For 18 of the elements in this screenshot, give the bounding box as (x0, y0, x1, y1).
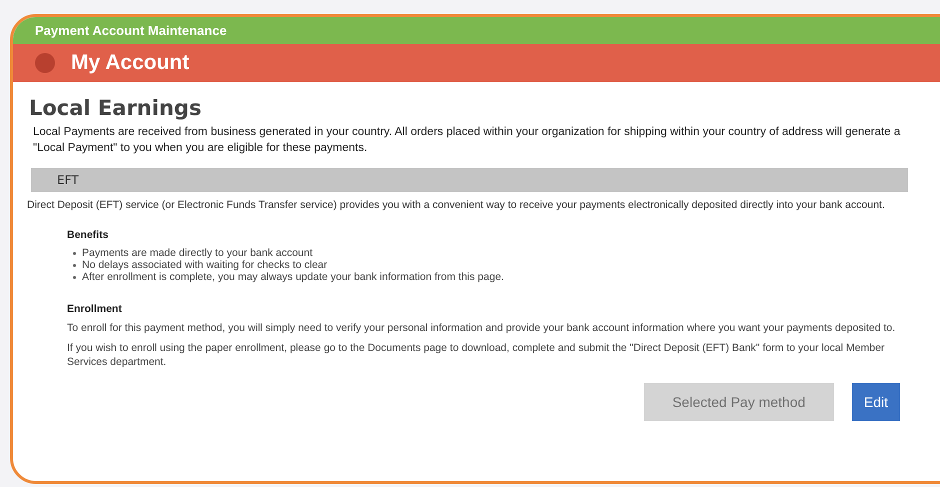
bullet-icon (73, 276, 76, 278)
paragraph: To enroll for this payment method, you will simply need to verify your personal information and provide your bank account information where you want your payments deposited to. (67, 321, 896, 335)
block-heading: Benefits (67, 229, 108, 241)
header-title: My Account (71, 51, 190, 75)
list-item: No delays associated with waiting for checks to clear (82, 259, 328, 271)
edit-button[interactable]: Edit (852, 383, 900, 421)
page-heading: Local Earnings (29, 96, 202, 120)
section-description: Direct Deposit (EFT) service (or Electronic Funds Transfer service) provides you with a convenient way to receive your payments electronically deposited directly into your bank account. (27, 198, 886, 213)
block-heading: Enrollment (67, 303, 122, 315)
bullet-icon (73, 252, 76, 254)
window-title: Payment Account Maintenance (35, 23, 227, 38)
list-item: Payments are made directly to your bank account (82, 247, 313, 259)
intro-text: Local Payments are received from business generated in your country. All orders placed within your organization for shipping within your country of address will generate a "Local Payment" to you when you are eligible for these payments. (33, 125, 902, 156)
list-item: After enrollment is complete, you may always update your bank information from this page. (82, 271, 504, 283)
paragraph: If you wish to enroll using the paper enrollment, please go to the Documents page to download, complete and submit the "Direct Deposit (EFT) Bank" form to your local Member Services department. (67, 341, 886, 369)
bullet-icon (73, 264, 76, 266)
section-title: EFT (57, 173, 79, 187)
circle-icon (35, 53, 55, 73)
